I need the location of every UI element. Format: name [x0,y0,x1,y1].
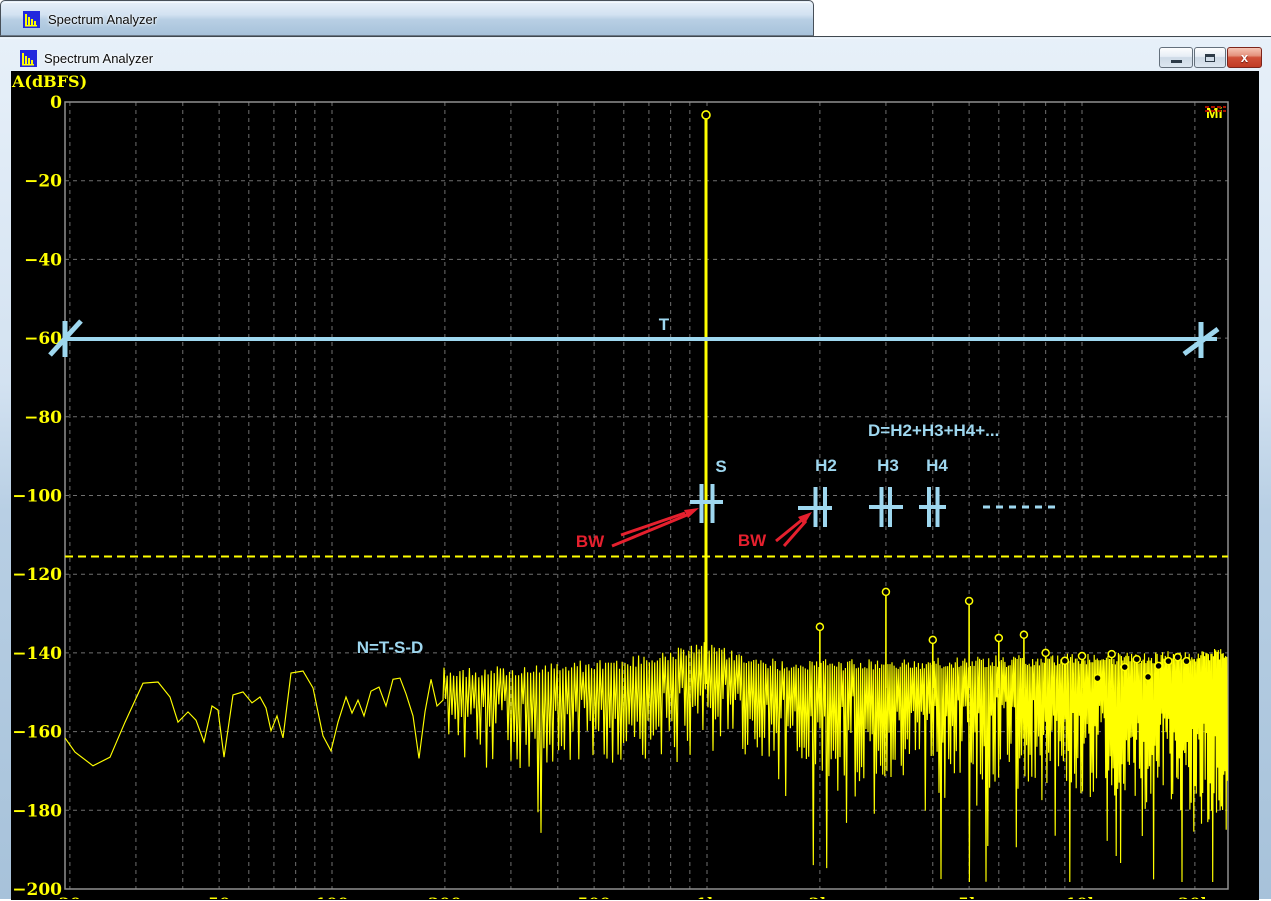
background-window-titlebar[interactable]: Spectrum Analyzer [2,2,812,35]
maximize-icon [1205,54,1215,62]
minimize-icon [1171,60,1182,63]
app-icon [20,50,37,67]
maximize-button[interactable] [1194,47,1226,68]
close-button[interactable]: x [1227,47,1262,68]
minimize-button[interactable] [1159,47,1193,68]
background-window-title: Spectrum Analyzer [48,12,157,27]
app-icon [23,11,40,28]
window-title: Spectrum Analyzer [44,51,153,66]
spectrum-analyzer-window: Spectrum Analyzer x [0,36,1271,899]
background-window[interactable]: Spectrum Analyzer [0,0,814,36]
plot-client-area [11,71,1259,900]
close-icon: x [1241,51,1248,64]
